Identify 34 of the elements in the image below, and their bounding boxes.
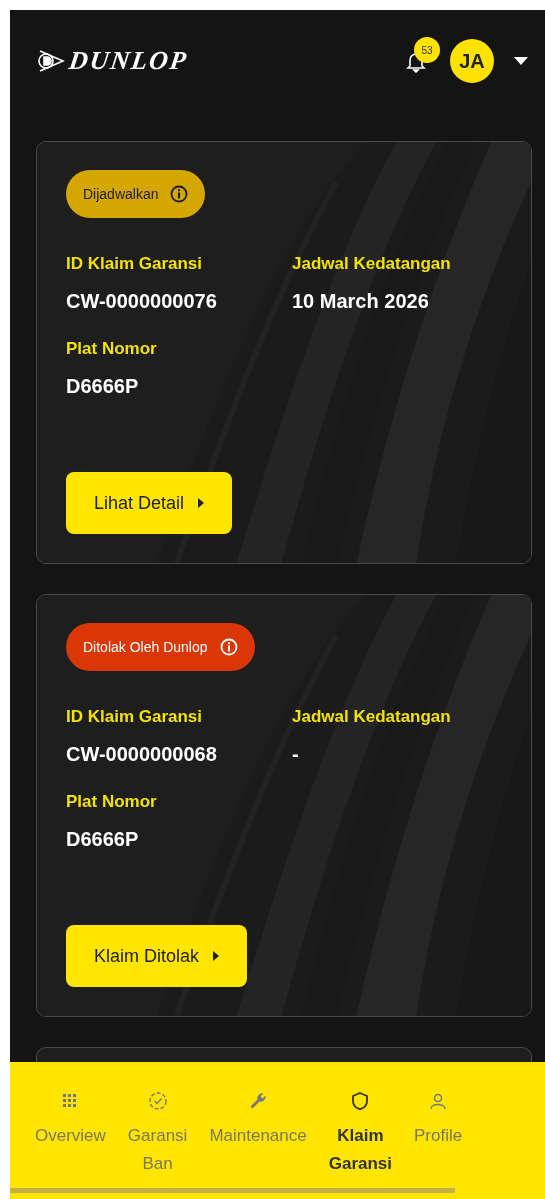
- field-value: CW-0000000076: [66, 290, 218, 314]
- field-value: -: [292, 743, 300, 767]
- nav-tab[interactable]: Garansi Ban: [127, 1090, 188, 1178]
- field-label: Plat Nomor: [66, 792, 158, 813]
- logo-icon: [35, 48, 65, 74]
- action-button[interactable]: Klaim Ditolak: [66, 925, 248, 987]
- person-icon: [430, 1093, 447, 1109]
- caret-icon[interactable]: [514, 57, 528, 65]
- field-value: CW-0000000068: [66, 743, 218, 767]
- nav-tab[interactable]: Profile: [414, 1090, 463, 1178]
- action-button[interactable]: Lihat Detail: [66, 472, 233, 534]
- field-label: Plat Nomor: [66, 339, 158, 360]
- field-label: ID Klaim Garansi: [66, 707, 204, 728]
- shield-icon: [351, 1092, 370, 1110]
- status-badge: Dijadwalkan: [66, 170, 206, 218]
- field-value: D6666P: [66, 375, 140, 399]
- field-value: 10 March 2026: [292, 290, 430, 314]
- caret-icon: [198, 498, 205, 508]
- badge-icon: [148, 1092, 167, 1110]
- field-label: ID Klaim Garansi: [66, 254, 204, 275]
- status-badge: Ditolak Oleh Dunlop: [66, 623, 255, 671]
- user-avatar[interactable]: JA: [450, 39, 494, 83]
- nav-tab[interactable]: Klaim Garansi: [328, 1090, 393, 1178]
- nav-tab[interactable]: Maintenance: [209, 1090, 307, 1178]
- field-label: Jadwal Kedatangan: [292, 707, 452, 728]
- wrench-icon: [249, 1092, 268, 1110]
- grid-icon: [62, 1093, 79, 1109]
- field-value: D6666P: [66, 828, 140, 852]
- brand-logo: DUNLOP: [66, 46, 190, 76]
- notification-badge: 53: [414, 37, 440, 63]
- caret-icon: [213, 951, 220, 961]
- nav-tab[interactable]: Overview: [35, 1090, 106, 1178]
- info-icon[interactable]: [170, 185, 189, 203]
- field-label: Jadwal Kedatangan: [292, 254, 452, 275]
